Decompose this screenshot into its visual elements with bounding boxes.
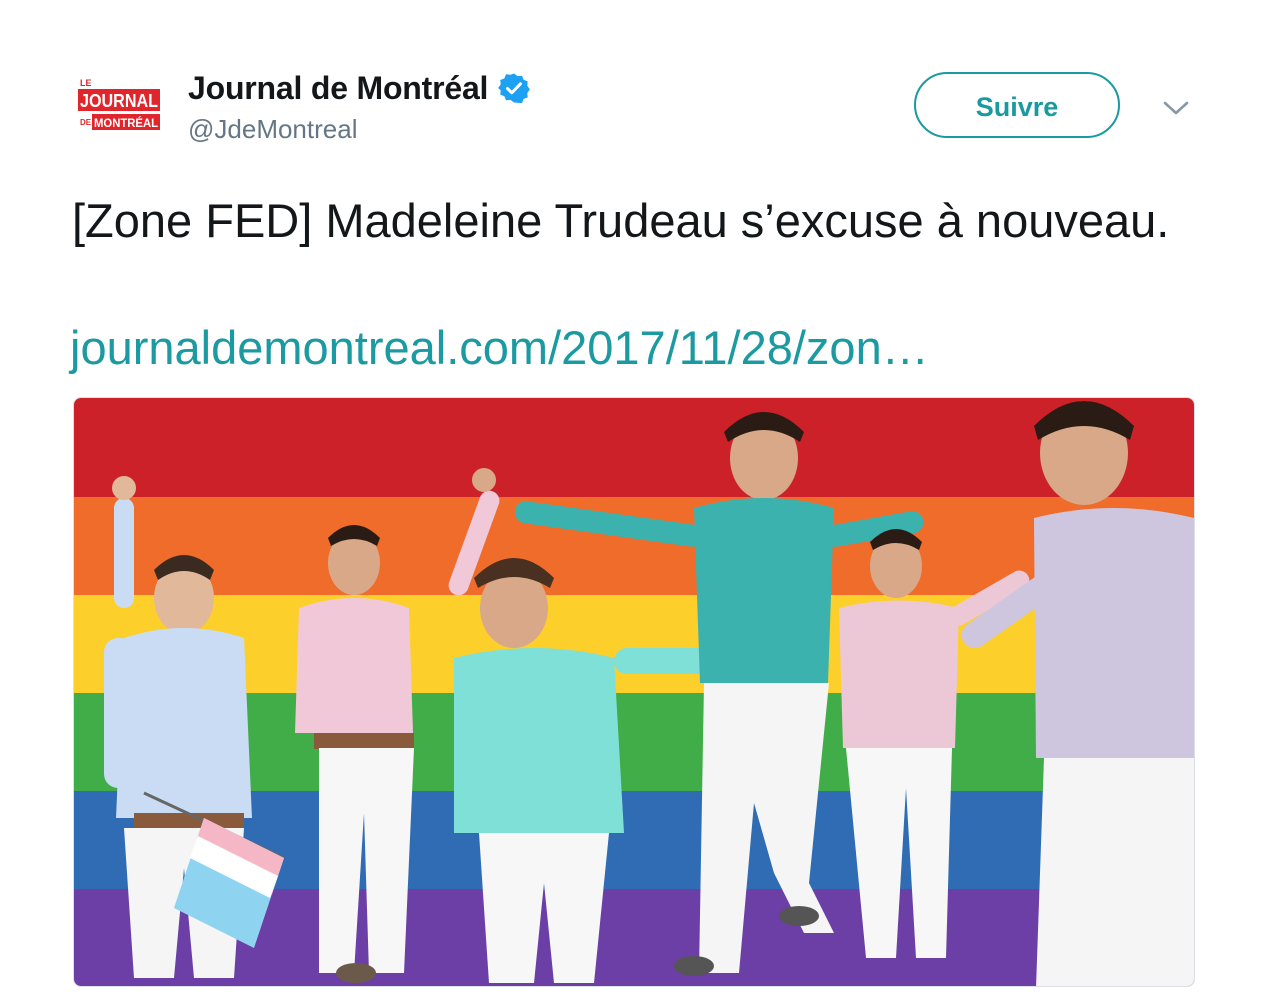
journal-de-montreal-logo: LE JOURNAL DE MONTRÉAL	[74, 76, 164, 140]
avatar[interactable]: LE JOURNAL DE MONTRÉAL	[74, 76, 164, 140]
tweet: LE JOURNAL DE MONTRÉAL Journal de Montré…	[0, 0, 1266, 994]
svg-text:LE: LE	[80, 78, 92, 88]
chevron-down-icon[interactable]	[1160, 92, 1192, 124]
account-handle[interactable]: @JdeMontreal	[188, 114, 357, 145]
media-photo	[74, 398, 1194, 986]
svg-text:JOURNAL: JOURNAL	[80, 91, 158, 111]
verified-badge-icon	[498, 73, 531, 104]
tweet-link[interactable]: journaldemontreal.com/2017/11/28/zon…	[70, 318, 929, 378]
svg-text:MONTRÉAL: MONTRÉAL	[94, 115, 158, 130]
svg-text:DE: DE	[80, 118, 92, 127]
follow-button[interactable]: Suivre	[914, 72, 1120, 138]
account-name-row: Journal de Montréal	[188, 66, 531, 110]
tweet-media[interactable]	[73, 397, 1195, 987]
display-name[interactable]: Journal de Montréal	[188, 70, 488, 107]
tweet-text: [Zone FED] Madeleine Trudeau s’excuse à …	[72, 194, 1170, 247]
